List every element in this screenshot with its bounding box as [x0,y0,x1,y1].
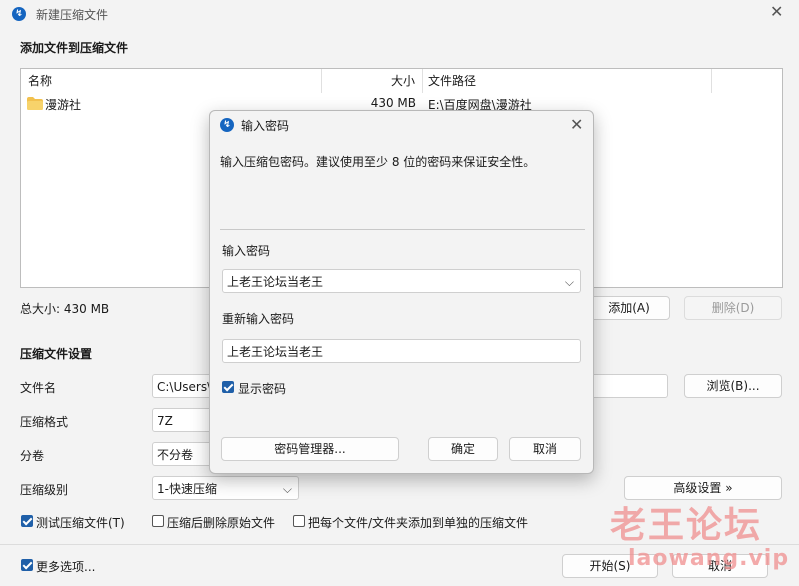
dialog-ok-button[interactable]: 确定 [428,437,498,461]
format-label: 压缩格式 [20,415,69,429]
file-name: 漫游社 [45,98,82,112]
settings-heading: 压缩文件设置 [20,347,93,361]
app-icon: ↯ [12,7,26,21]
chevron-down-icon[interactable]: ⌵ [565,270,574,292]
window-close-icon[interactable]: ✕ [770,4,783,20]
filename-label: 文件名 [20,381,57,395]
dialog-cancel-button[interactable]: 取消 [509,437,581,461]
window-title: 新建压缩文件 [36,8,109,22]
column-header-name[interactable]: 名称 [28,69,52,93]
reenter-password-input[interactable]: 上老王论坛当老王 [222,339,581,363]
level-value: 1-快速压缩 [157,482,217,496]
folder-icon [27,97,43,110]
watermark-title: 老王论坛 [610,504,763,546]
column-divider [711,69,712,93]
dialog-title: 输入密码 [241,119,290,133]
dialog-divider [220,229,585,230]
test-archive-label: 测试压缩文件(T) [36,516,125,530]
level-select[interactable]: 1-快速压缩 ⌵ [152,476,299,500]
reenter-password-label: 重新输入密码 [222,312,295,326]
column-header-path[interactable]: 文件路径 [428,69,476,93]
total-size: 总大小: 430 MB [20,302,110,316]
title-bar: ↯ 新建压缩文件 ✕ [0,0,799,28]
dialog-app-icon: ↯ [220,118,234,132]
more-options-label: 更多选项... [36,560,96,574]
column-divider [422,69,423,93]
column-divider [321,69,322,93]
delete-source-label: 压缩后删除原始文件 [167,516,276,530]
password-manager-button[interactable]: 密码管理器... [221,437,399,461]
file-size: 430 MB [370,96,416,110]
more-options-checkbox[interactable] [21,559,33,571]
test-archive-checkbox[interactable] [21,515,33,527]
password-label: 输入密码 [222,244,271,258]
level-label: 压缩级别 [20,483,69,497]
show-password-label: 显示密码 [238,382,287,396]
password-dialog: ↯ 输入密码 ✕ 输入压缩包密码。建议使用至少 8 位的密码来保证安全性。 输入… [209,110,594,474]
dialog-description: 输入压缩包密码。建议使用至少 8 位的密码来保证安全性。 [220,155,536,169]
chevron-down-icon: ⌵ [282,482,292,496]
password-value: 上老王论坛当老王 [227,275,324,289]
add-files-heading: 添加文件到压缩文件 [20,41,129,55]
format-select[interactable]: 7Z [152,408,212,432]
browse-button[interactable]: 浏览(B)... [684,374,782,398]
remove-button[interactable]: 删除(D) [684,296,782,320]
add-button[interactable]: 添加(A) [588,296,670,320]
column-header-size[interactable]: 大小 [391,69,415,93]
watermark-url: laowang.vip [628,546,790,571]
show-password-checkbox[interactable] [222,381,234,393]
password-input[interactable]: 上老王论坛当老王 ⌵ [222,269,581,293]
split-select[interactable]: 不分卷 [152,442,212,466]
separate-archives-label: 把每个文件/文件夹添加到单独的压缩文件 [308,516,529,530]
delete-source-checkbox[interactable] [152,515,164,527]
split-label: 分卷 [20,449,45,463]
separate-archives-checkbox[interactable] [293,515,305,527]
dialog-close-icon[interactable]: ✕ [570,117,583,133]
